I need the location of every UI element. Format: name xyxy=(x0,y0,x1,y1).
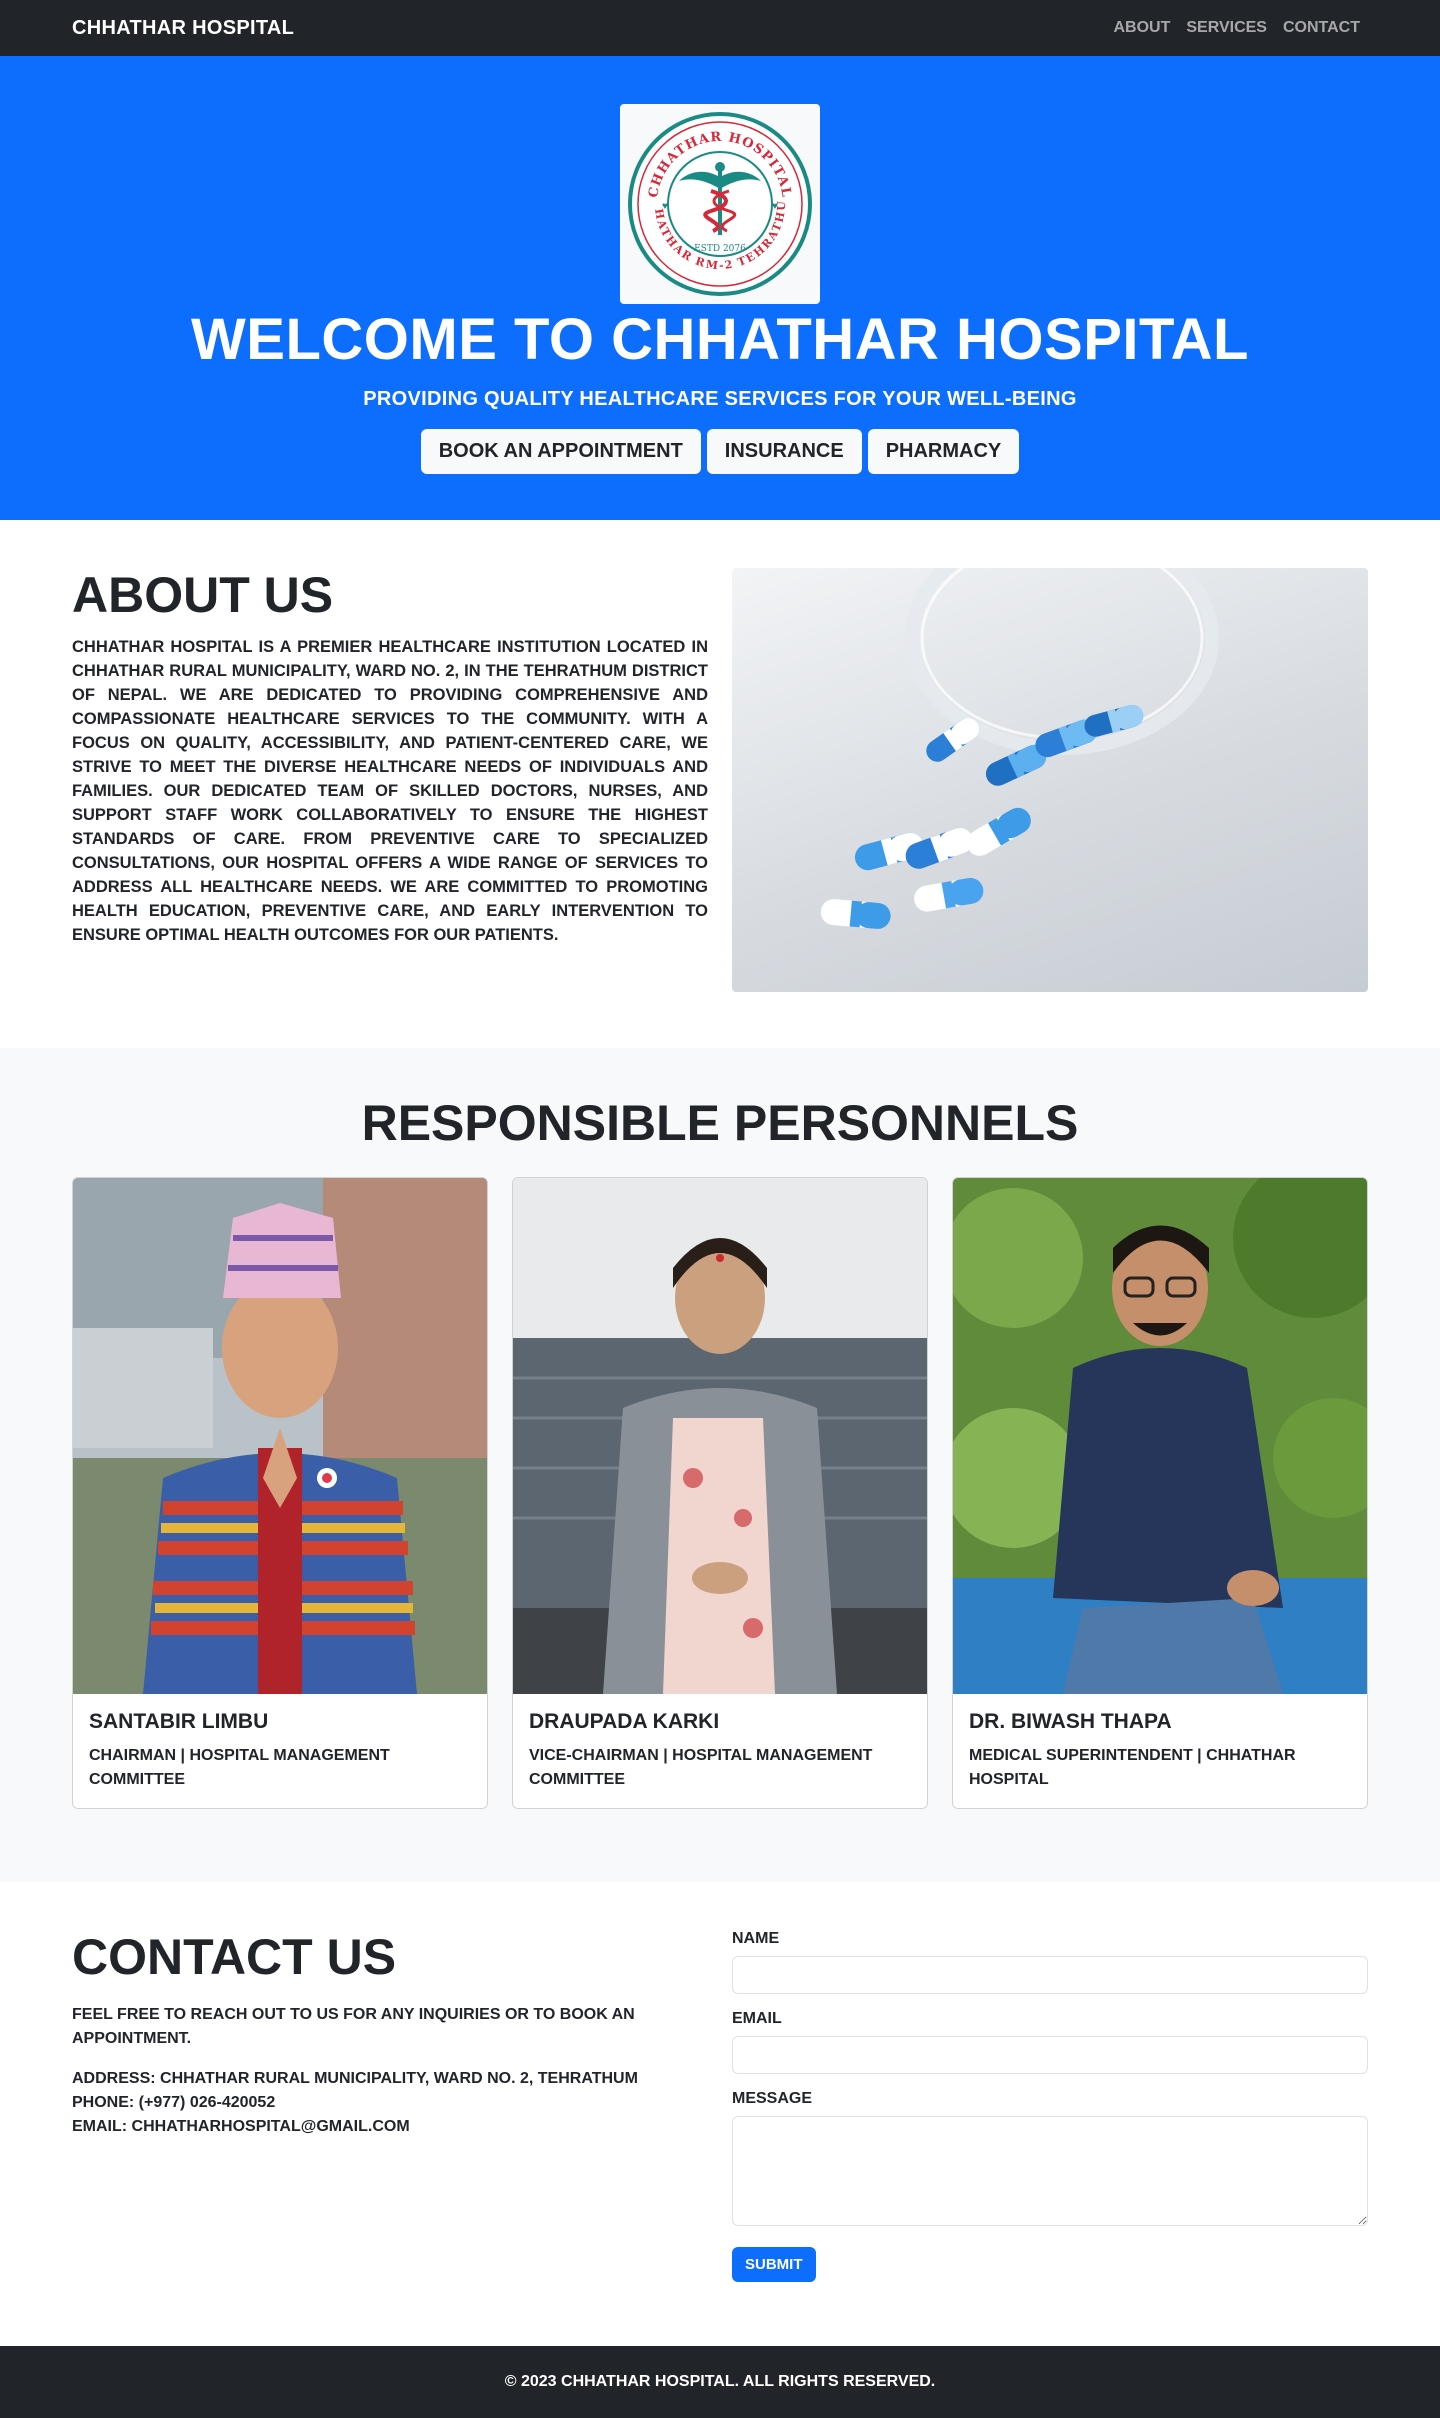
name-input[interactable] xyxy=(732,1956,1368,1994)
heart-icon: ♥ xyxy=(772,201,778,212)
hero-buttons: BOOK AN APPOINTMENT INSURANCE PHARMACY xyxy=(0,428,1440,474)
submit-button[interactable]: SUBMIT xyxy=(732,2247,816,2282)
personnel-card: SANTABIR LIMBU CHAIRMAN | HOSPITAL MANAG… xyxy=(72,1177,488,1809)
contact-email: EMAIL: CHHATHARHOSPITAL@GMAIL.COM xyxy=(72,2118,410,2135)
pharmacy-button[interactable]: PHARMACY xyxy=(867,428,1020,474)
about-description: CHHATHAR HOSPITAL IS A PREMIER HEALTHCAR… xyxy=(72,638,708,944)
person-photo xyxy=(73,1178,487,1694)
contact-title: CONTACT US xyxy=(72,1929,397,1985)
about-text-column: ABOUT US CHHATHAR HOSPITAL IS A PREMIER … xyxy=(72,568,708,992)
hero-section: CHHATHAR HOSPITAL CHHATHAR RM-2 TEHRATHU… xyxy=(0,56,1440,520)
about-title: ABOUT US xyxy=(72,567,334,623)
footer: © 2023 CHHATHAR HOSPITAL. ALL RIGHTS RES… xyxy=(0,2346,1440,2418)
nav-link-services[interactable]: SERVICES xyxy=(1178,11,1275,45)
person-role: CHAIRMAN | HOSPITAL MANAGEMENT COMMITTEE xyxy=(89,1747,390,1788)
personnel-card: DR. BIWASH THAPA MEDICAL SUPERINTENDENT … xyxy=(952,1177,1368,1809)
person-name: DR. BIWASH THAPA xyxy=(969,1710,1172,1733)
book-appointment-button[interactable]: BOOK AN APPOINTMENT xyxy=(420,428,701,474)
hero-title: WELCOME TO CHHATHAR HOSPITAL xyxy=(191,307,1249,372)
person-name: SANTABIR LIMBU xyxy=(89,1710,269,1733)
email-input[interactable] xyxy=(732,2036,1368,2074)
hospital-logo: CHHATHAR HOSPITAL CHHATHAR RM-2 TEHRATHU… xyxy=(620,104,820,304)
person-role: VICE-CHAIRMAN | HOSPITAL MANAGEMENT COMM… xyxy=(529,1747,873,1788)
nav-links: ABOUT SERVICES CONTACT xyxy=(1105,11,1368,45)
about-image-column xyxy=(732,568,1368,992)
contact-section: CONTACT US FEEL FREE TO REACH OUT TO US … xyxy=(0,1882,1440,2346)
heart-icon: ♥ xyxy=(662,201,668,212)
message-label: MESSAGE xyxy=(732,2090,813,2107)
nav-link-contact[interactable]: CONTACT xyxy=(1275,11,1368,45)
navbar-brand[interactable]: CHHATHAR HOSPITAL xyxy=(72,17,294,40)
person-photo xyxy=(513,1178,927,1694)
person-name: DRAUPADA KARKI xyxy=(529,1710,720,1733)
nav-link-about[interactable]: ABOUT xyxy=(1105,11,1178,45)
personnel-title: RESPONSIBLE PERSONNELS xyxy=(361,1095,1079,1151)
hero-subtitle: PROVIDING QUALITY HEALTHCARE SERVICES FO… xyxy=(363,387,1077,410)
person-role: MEDICAL SUPERINTENDENT | CHHATHAR HOSPIT… xyxy=(969,1747,1296,1788)
personnel-cards: SANTABIR LIMBU CHAIRMAN | HOSPITAL MANAG… xyxy=(72,1177,1368,1809)
footer-copyright: © 2023 CHHATHAR HOSPITAL. ALL RIGHTS RES… xyxy=(504,2373,936,2390)
contact-address: ADDRESS: CHHATHAR RURAL MUNICIPALITY, WA… xyxy=(72,2070,638,2087)
contact-form: NAME EMAIL MESSAGE SUBMIT xyxy=(732,1930,1368,2282)
logo-estd-text: ESTD 2076 xyxy=(694,244,746,254)
insurance-button[interactable]: INSURANCE xyxy=(706,428,862,474)
message-textarea[interactable] xyxy=(732,2116,1368,2226)
pills-image xyxy=(732,568,1368,992)
name-label: NAME xyxy=(732,1930,780,1947)
personnel-section: RESPONSIBLE PERSONNELS SANTABIR LIMBU CH… xyxy=(0,1048,1440,1882)
contact-info-column: CONTACT US FEEL FREE TO REACH OUT TO US … xyxy=(72,1930,708,2282)
contact-intro: FEEL FREE TO REACH OUT TO US FOR ANY INQ… xyxy=(72,2006,635,2047)
hospital-logo-emblem: CHHATHAR HOSPITAL CHHATHAR RM-2 TEHRATHU… xyxy=(627,111,812,296)
person-photo xyxy=(953,1178,1367,1694)
contact-phone: PHONE: (+977) 026-420052 xyxy=(72,2094,276,2111)
about-section: ABOUT US CHHATHAR HOSPITAL IS A PREMIER … xyxy=(0,520,1440,1048)
navbar: CHHATHAR HOSPITAL ABOUT SERVICES CONTACT xyxy=(0,0,1440,56)
personnel-card: DRAUPADA KARKI VICE-CHAIRMAN | HOSPITAL … xyxy=(512,1177,928,1809)
email-label: EMAIL xyxy=(732,2010,782,2027)
